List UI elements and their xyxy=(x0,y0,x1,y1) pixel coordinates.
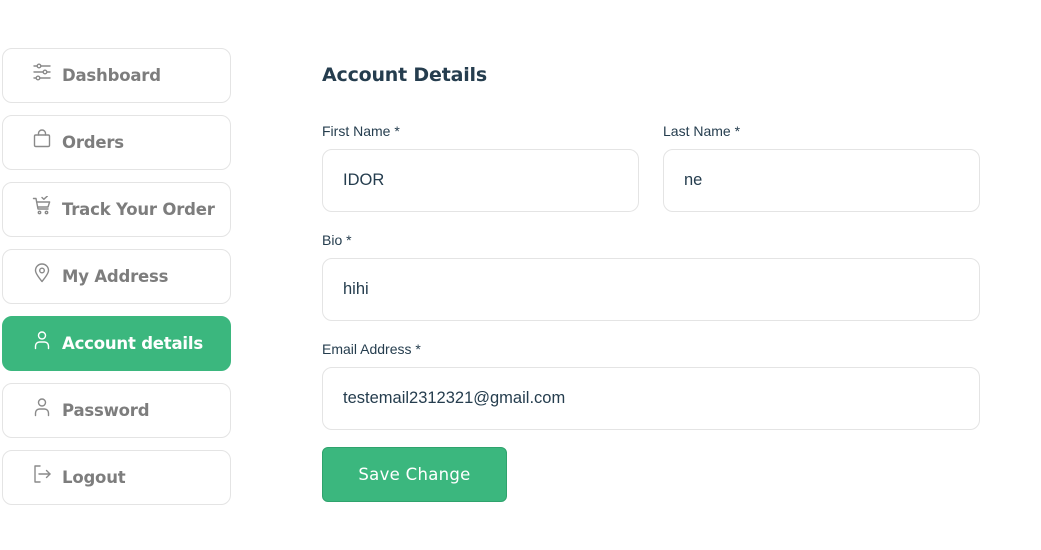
sidebar-item-dashboard[interactable]: Dashboard xyxy=(2,48,231,103)
sidebar-item-password[interactable]: Password xyxy=(2,383,231,438)
sidebar-item-my-address[interactable]: My Address xyxy=(2,249,231,304)
account-page: Dashboard Orders Track Your Order My Add… xyxy=(0,0,1041,550)
sidebar-item-label: Account details xyxy=(62,334,203,353)
first-name-label: First Name * xyxy=(322,123,400,139)
map-pin-icon xyxy=(32,262,52,283)
sidebar-item-logout[interactable]: Logout xyxy=(2,450,231,505)
last-name-input[interactable] xyxy=(663,149,980,212)
sidebar-item-track-order[interactable]: Track Your Order xyxy=(2,182,231,237)
sidebar-item-label: Logout xyxy=(62,468,126,487)
save-change-button[interactable]: Save Change xyxy=(322,447,507,502)
cart-check-icon xyxy=(32,195,52,216)
sidebar-item-label: Track Your Order xyxy=(62,200,215,219)
page-title: Account Details xyxy=(322,64,487,86)
user-icon xyxy=(32,397,52,417)
sidebar-item-label: Dashboard xyxy=(62,66,161,85)
first-name-input[interactable] xyxy=(322,149,639,212)
shopping-bag-icon xyxy=(32,128,52,149)
bio-input[interactable] xyxy=(322,258,980,321)
email-label: Email Address * xyxy=(322,341,421,357)
email-input[interactable] xyxy=(322,367,980,430)
sidebar-item-label: Password xyxy=(62,401,150,420)
sidebar-item-label: My Address xyxy=(62,267,169,286)
sidebar-item-label: Orders xyxy=(62,133,124,152)
account-details-form: Account Details First Name * Last Name *… xyxy=(322,0,982,550)
sliders-icon xyxy=(32,62,52,82)
last-name-label: Last Name * xyxy=(663,123,741,139)
bio-label: Bio * xyxy=(322,232,352,248)
sidebar-item-orders[interactable]: Orders xyxy=(2,115,231,170)
logout-icon xyxy=(32,464,52,484)
sidebar-item-account-details[interactable]: Account details xyxy=(2,316,231,371)
user-icon xyxy=(32,330,52,350)
